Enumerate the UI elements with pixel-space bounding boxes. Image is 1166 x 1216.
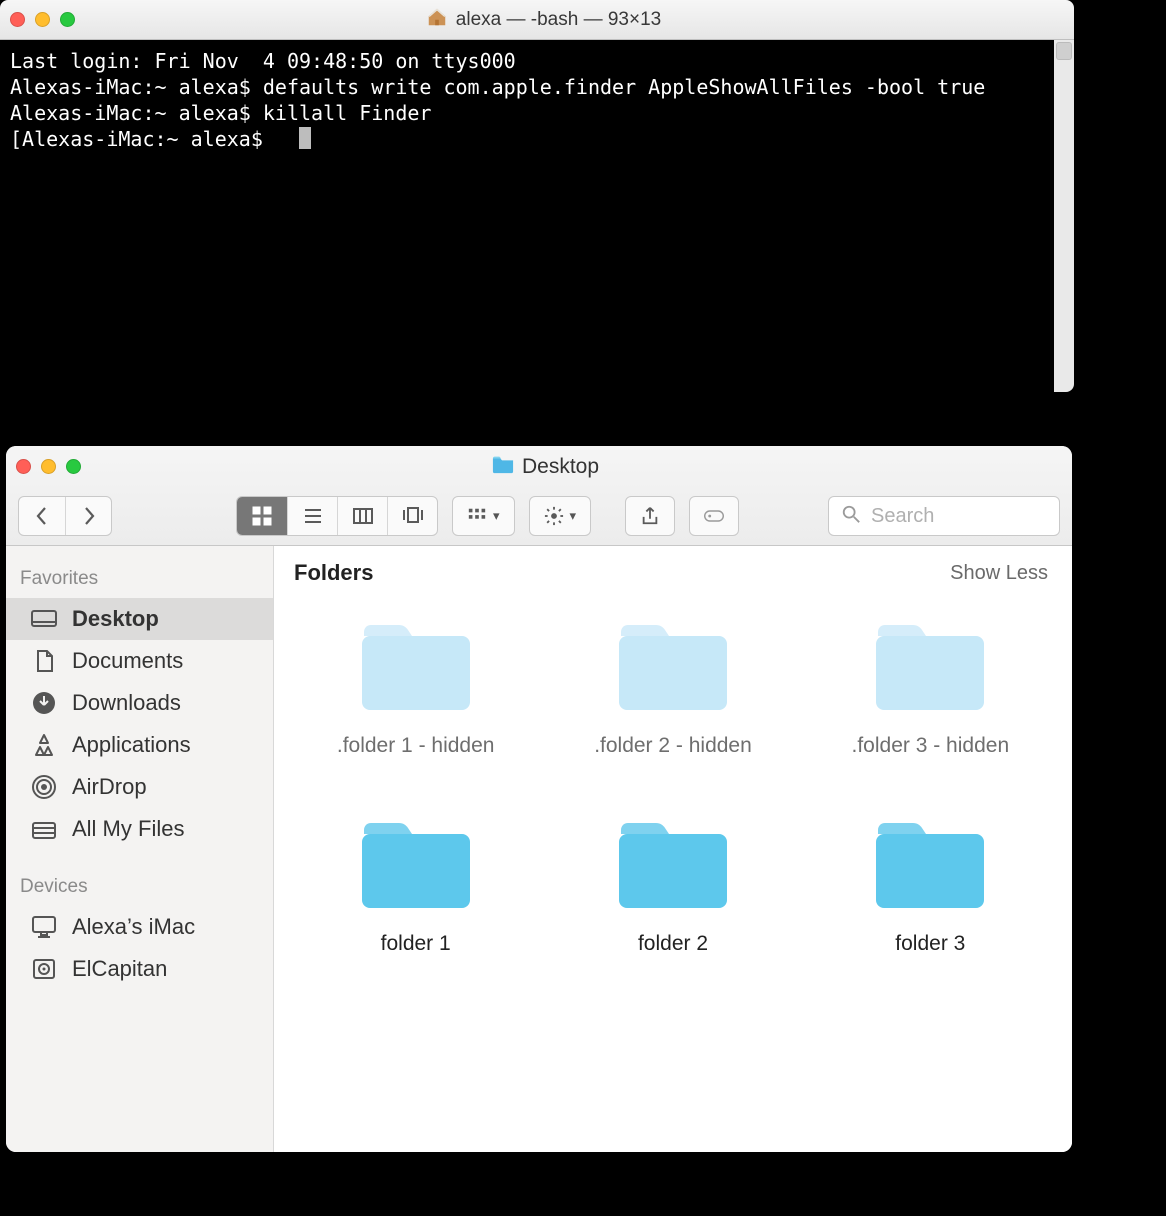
- maximize-button[interactable]: [66, 459, 81, 474]
- list-view-button[interactable]: [287, 497, 337, 535]
- airdrop-icon: [30, 774, 58, 800]
- sidebar-item-label: All My Files: [72, 816, 184, 842]
- folder-icon: [870, 818, 990, 914]
- folder-icon: [356, 620, 476, 716]
- folder-label: .folder 2 - hidden: [594, 734, 752, 758]
- disk-icon: [30, 956, 58, 982]
- finder-title-text: Desktop: [522, 455, 599, 479]
- sidebar-item-imac[interactable]: Alexa’s iMac: [6, 906, 273, 948]
- home-icon: [426, 6, 448, 34]
- icon-view-button[interactable]: [237, 497, 287, 535]
- share-button[interactable]: [625, 496, 675, 536]
- search-field[interactable]: [828, 496, 1060, 536]
- folder-icon: [870, 620, 990, 716]
- folder-label: folder 2: [638, 932, 708, 956]
- sidebar-heading-devices: Devices: [6, 868, 273, 906]
- chevron-down-icon: ▾: [493, 508, 500, 524]
- documents-icon: [30, 648, 58, 674]
- finder-body: Favorites Desktop Documents Downloads Ap…: [6, 546, 1072, 1152]
- folder-icon: [613, 818, 733, 914]
- close-button[interactable]: [10, 12, 25, 27]
- folder-icon: [492, 454, 514, 480]
- folder-label: .folder 3 - hidden: [852, 734, 1010, 758]
- finder-traffic-lights: [16, 459, 81, 474]
- actions-button[interactable]: ▾: [529, 496, 592, 536]
- sidebar-item-label: Documents: [72, 648, 183, 674]
- sidebar-item-disk[interactable]: ElCapitan: [6, 948, 273, 990]
- sidebar-item-label: Desktop: [72, 606, 159, 632]
- folder-icon: [613, 620, 733, 716]
- column-view-button[interactable]: [337, 497, 387, 535]
- sidebar-heading-favorites: Favorites: [6, 560, 273, 598]
- terminal-title-text: alexa — -bash — 93×13: [456, 9, 661, 31]
- folder-item[interactable]: folder 2: [549, 818, 796, 956]
- back-button[interactable]: [19, 497, 65, 535]
- finder-content[interactable]: Folders Show Less .folder 1 - hidden.fol…: [274, 546, 1072, 1152]
- sidebar-item-applications[interactable]: Applications: [6, 724, 273, 766]
- finder-titlebar[interactable]: Desktop: [6, 446, 1072, 488]
- terminal-title: alexa — -bash — 93×13: [85, 6, 1002, 34]
- terminal-window: alexa — -bash — 93×13 Last login: Fri No…: [0, 0, 1074, 392]
- folder-item[interactable]: folder 3: [807, 818, 1054, 956]
- downloads-icon: [30, 690, 58, 716]
- view-mode-group: [236, 496, 438, 536]
- sidebar-item-label: ElCapitan: [72, 956, 167, 982]
- nav-group: [18, 496, 112, 536]
- sidebar-item-documents[interactable]: Documents: [6, 640, 273, 682]
- terminal-body[interactable]: Last login: Fri Nov 4 09:48:50 on ttys00…: [0, 40, 1074, 392]
- finder-title: Desktop: [91, 454, 1000, 480]
- folder-grid: .folder 1 - hidden .folder 2 - hidden .fol…: [274, 596, 1072, 956]
- terminal-line: Alexas-iMac:~ alexa$ killall Finder: [10, 100, 1064, 126]
- finder-toolbar: Desktop: [6, 446, 1072, 546]
- folder-label: folder 3: [895, 932, 965, 956]
- terminal-scrollbar[interactable]: [1054, 40, 1074, 392]
- close-button[interactable]: [16, 459, 31, 474]
- sidebar-item-downloads[interactable]: Downloads: [6, 682, 273, 724]
- finder-sidebar: Favorites Desktop Documents Downloads Ap…: [6, 546, 274, 1152]
- sidebar-item-label: Applications: [72, 732, 191, 758]
- folder-label: folder 1: [381, 932, 451, 956]
- folder-item[interactable]: .folder 1 - hidden: [292, 620, 539, 758]
- applications-icon: [30, 732, 58, 758]
- folder-item[interactable]: .folder 3 - hidden: [807, 620, 1054, 758]
- maximize-button[interactable]: [60, 12, 75, 27]
- all-my-files-icon: [30, 816, 58, 842]
- forward-button[interactable]: [65, 497, 111, 535]
- tags-button[interactable]: [689, 496, 739, 536]
- folder-item[interactable]: .folder 2 - hidden: [549, 620, 796, 758]
- coverflow-view-button[interactable]: [387, 497, 437, 535]
- finder-controls: ▾ ▾: [6, 488, 1072, 545]
- minimize-button[interactable]: [41, 459, 56, 474]
- terminal-titlebar[interactable]: alexa — -bash — 93×13: [0, 0, 1074, 40]
- section-title: Folders: [294, 560, 373, 586]
- sidebar-item-label: Downloads: [72, 690, 181, 716]
- terminal-line: Last login: Fri Nov 4 09:48:50 on ttys00…: [10, 48, 1064, 74]
- arrange-button[interactable]: ▾: [452, 496, 515, 536]
- terminal-line: Alexas-iMac:~ alexa$ defaults write com.…: [10, 74, 1064, 100]
- desktop-icon: [30, 606, 58, 632]
- sidebar-item-desktop[interactable]: Desktop: [6, 598, 273, 640]
- folder-icon: [356, 818, 476, 914]
- chevron-down-icon: ▾: [570, 508, 577, 524]
- scrollbar-thumb[interactable]: [1056, 42, 1072, 60]
- search-icon: [841, 504, 861, 529]
- finder-window: Desktop: [6, 446, 1072, 1152]
- sidebar-item-label: AirDrop: [72, 774, 147, 800]
- show-less-button[interactable]: Show Less: [950, 562, 1048, 585]
- sidebar-item-label: Alexa’s iMac: [72, 914, 195, 940]
- folder-item[interactable]: folder 1: [292, 818, 539, 956]
- section-header: Folders Show Less: [274, 546, 1072, 596]
- sidebar-item-airdrop[interactable]: AirDrop: [6, 766, 273, 808]
- terminal-traffic-lights: [10, 12, 75, 27]
- cursor-icon: [299, 127, 311, 149]
- imac-icon: [30, 914, 58, 940]
- terminal-line: [Alexas-iMac:~ alexa$: [10, 126, 1064, 152]
- folder-label: .folder 1 - hidden: [337, 734, 495, 758]
- search-input[interactable]: [871, 505, 1047, 528]
- sidebar-item-all-my-files[interactable]: All My Files: [6, 808, 273, 850]
- minimize-button[interactable]: [35, 12, 50, 27]
